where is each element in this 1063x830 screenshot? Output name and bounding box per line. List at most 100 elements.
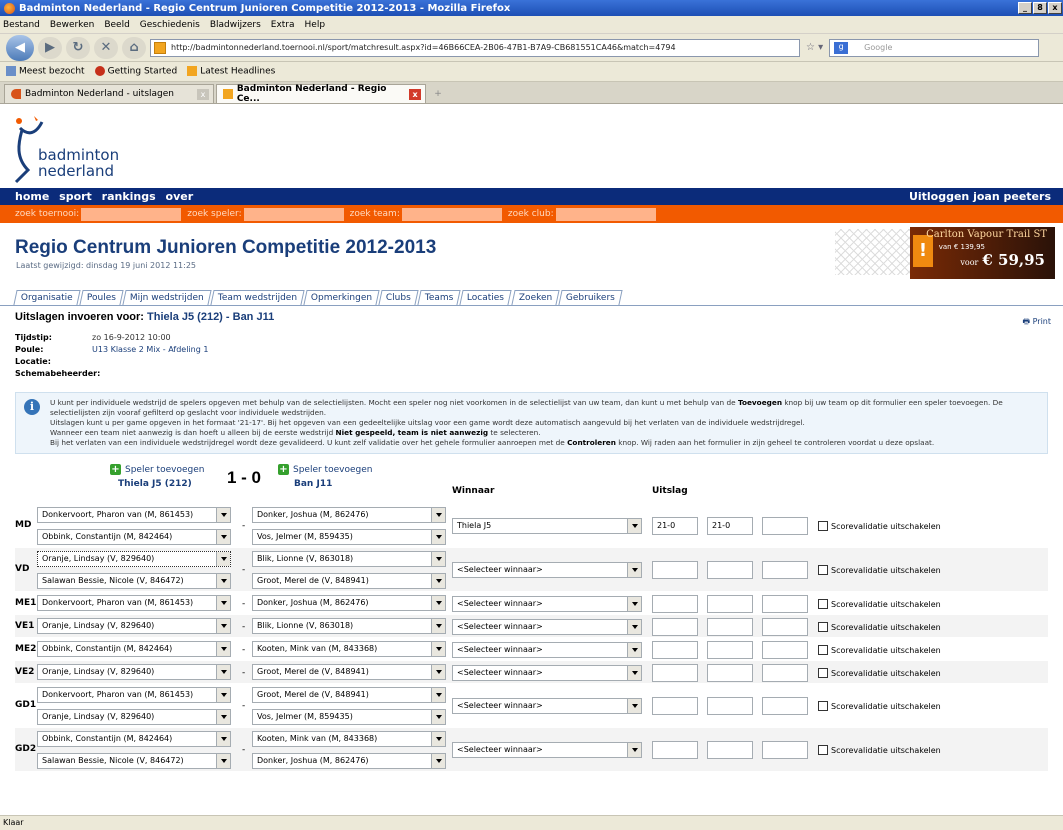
game-3-input[interactable] bbox=[762, 595, 808, 613]
game-3-input[interactable] bbox=[762, 664, 808, 682]
menu-bewerken[interactable]: Bewerken bbox=[50, 20, 94, 30]
menu-beeld[interactable]: Beeld bbox=[104, 20, 129, 30]
nav-sport[interactable]: sport bbox=[59, 190, 92, 203]
checkbox-icon[interactable] bbox=[818, 701, 828, 711]
menu-help[interactable]: Help bbox=[305, 20, 326, 30]
game-2-input[interactable] bbox=[707, 664, 753, 682]
score-validation-checkbox[interactable]: Scorevalidatie uitschakelen bbox=[818, 599, 941, 609]
away-player-select[interactable]: Blik, Lionne (V, 863018) bbox=[252, 618, 446, 634]
tab-locaties[interactable]: Locaties bbox=[459, 290, 513, 305]
dropdown-arrow-icon[interactable] bbox=[431, 552, 445, 566]
winner-select[interactable]: <Selecteer winnaar> bbox=[452, 698, 642, 714]
away-player-select[interactable]: Donker, Joshua (M, 862476) bbox=[252, 507, 446, 523]
bookmark-getting-started[interactable]: Getting Started bbox=[94, 66, 177, 77]
game-3-input[interactable] bbox=[762, 741, 808, 759]
winner-select[interactable]: <Selecteer winnaar> bbox=[452, 596, 642, 612]
tab-team-wedstrijden[interactable]: Team wedstrijden bbox=[210, 290, 305, 305]
game-3-input[interactable] bbox=[762, 517, 808, 535]
home-player-select[interactable]: Oranje, Lindsay (V, 829640) bbox=[37, 709, 231, 725]
bookmark-star-icon[interactable]: ☆ ▾ bbox=[806, 42, 823, 53]
back-button[interactable]: ◀ bbox=[6, 34, 34, 61]
dropdown-arrow-icon[interactable] bbox=[431, 688, 445, 702]
game-2-input[interactable] bbox=[707, 618, 753, 636]
dropdown-arrow-icon[interactable] bbox=[216, 574, 230, 588]
nav-home[interactable]: home bbox=[15, 190, 49, 203]
home-button[interactable]: ⌂ bbox=[122, 36, 146, 59]
score-validation-checkbox[interactable]: Scorevalidatie uitschakelen bbox=[818, 745, 941, 755]
print-link[interactable]: 🖶 Print bbox=[1022, 316, 1051, 330]
score-validation-checkbox[interactable]: Scorevalidatie uitschakelen bbox=[818, 565, 941, 575]
dropdown-arrow-icon[interactable] bbox=[627, 699, 641, 713]
menu-extra[interactable]: Extra bbox=[271, 20, 295, 30]
checkbox-icon[interactable] bbox=[818, 521, 828, 531]
away-player-select[interactable]: Vos, Jelmer (M, 859435) bbox=[252, 529, 446, 545]
game-1-input[interactable] bbox=[652, 618, 698, 636]
search-team-input[interactable] bbox=[401, 207, 502, 221]
game-1-input[interactable] bbox=[652, 641, 698, 659]
home-player-select[interactable]: Donkervoort, Pharon van (M, 861453) bbox=[37, 507, 231, 523]
menu-bladwijzers[interactable]: Bladwijzers bbox=[210, 20, 261, 30]
winner-select[interactable]: <Selecteer winnaar> bbox=[452, 619, 642, 635]
dropdown-arrow-icon[interactable] bbox=[216, 642, 230, 656]
dropdown-arrow-icon[interactable] bbox=[431, 530, 445, 544]
tab-poules[interactable]: Poules bbox=[79, 290, 124, 305]
close-button[interactable]: x bbox=[1048, 2, 1062, 14]
dropdown-arrow-icon[interactable] bbox=[431, 665, 445, 679]
checkbox-icon[interactable] bbox=[818, 745, 828, 755]
away-player-select[interactable]: Donker, Joshua (M, 862476) bbox=[252, 595, 446, 611]
checkbox-icon[interactable] bbox=[818, 622, 828, 632]
forward-button[interactable]: ▶ bbox=[38, 36, 62, 59]
game-1-input[interactable] bbox=[652, 561, 698, 579]
winner-select[interactable]: <Selecteer winnaar> bbox=[452, 562, 642, 578]
reload-button[interactable]: ↻ bbox=[66, 36, 90, 59]
home-player-select[interactable]: Oranje, Lindsay (V, 829640) bbox=[37, 551, 231, 567]
tab-opmerkingen[interactable]: Opmerkingen bbox=[303, 290, 380, 305]
game-3-input[interactable] bbox=[762, 641, 808, 659]
game-2-input[interactable] bbox=[707, 641, 753, 659]
maximize-button[interactable]: 8 bbox=[1033, 2, 1047, 14]
menu-geschiedenis[interactable]: Geschiedenis bbox=[140, 20, 200, 30]
game-2-input[interactable]: 21-0 bbox=[707, 517, 753, 535]
dropdown-arrow-icon[interactable] bbox=[431, 574, 445, 588]
score-validation-checkbox[interactable]: Scorevalidatie uitschakelen bbox=[818, 622, 941, 632]
search-club-input[interactable] bbox=[555, 207, 656, 221]
tab-clubs[interactable]: Clubs bbox=[378, 290, 419, 305]
tab-zoeken[interactable]: Zoeken bbox=[510, 290, 560, 305]
home-player-select[interactable]: Donkervoort, Pharon van (M, 861453) bbox=[37, 687, 231, 703]
game-3-input[interactable] bbox=[762, 618, 808, 636]
dropdown-arrow-icon[interactable] bbox=[216, 732, 230, 746]
dropdown-arrow-icon[interactable] bbox=[627, 519, 641, 533]
home-player-select[interactable]: Obbink, Constantijn (M, 842464) bbox=[37, 529, 231, 545]
game-2-input[interactable] bbox=[707, 561, 753, 579]
bookmark-meest-bezocht[interactable]: Meest bezocht bbox=[6, 66, 85, 77]
dropdown-arrow-icon[interactable] bbox=[216, 596, 230, 610]
checkbox-icon[interactable] bbox=[818, 599, 828, 609]
game-2-input[interactable] bbox=[707, 595, 753, 613]
winner-select[interactable]: <Selecteer winnaar> bbox=[452, 642, 642, 658]
dropdown-arrow-icon[interactable] bbox=[216, 619, 230, 633]
nav-over[interactable]: over bbox=[166, 190, 194, 203]
dropdown-arrow-icon[interactable] bbox=[216, 530, 230, 544]
dropdown-arrow-icon[interactable] bbox=[431, 732, 445, 746]
game-3-input[interactable] bbox=[762, 697, 808, 715]
search-tournament-input[interactable] bbox=[81, 207, 182, 221]
game-2-input[interactable] bbox=[707, 697, 753, 715]
site-logo[interactable]: badminton nederland bbox=[0, 104, 1063, 188]
checkbox-icon[interactable] bbox=[818, 645, 828, 655]
dropdown-arrow-icon[interactable] bbox=[216, 688, 230, 702]
home-player-select[interactable]: Oranje, Lindsay (V, 829640) bbox=[37, 664, 231, 680]
dropdown-arrow-icon[interactable] bbox=[431, 619, 445, 633]
close-tab-icon[interactable]: x bbox=[409, 88, 421, 100]
dropdown-arrow-icon[interactable] bbox=[627, 743, 641, 757]
address-bar[interactable]: http://badmintonnederland.toernooi.nl/sp… bbox=[150, 38, 800, 57]
menu-bestand[interactable]: Bestand bbox=[3, 20, 40, 30]
game-1-input[interactable] bbox=[652, 595, 698, 613]
new-tab-button[interactable]: + bbox=[428, 86, 448, 103]
add-away-player-button[interactable]: + Speler toevoegen bbox=[278, 464, 372, 475]
score-validation-checkbox[interactable]: Scorevalidatie uitschakelen bbox=[818, 701, 941, 711]
game-1-input[interactable] bbox=[652, 664, 698, 682]
dropdown-arrow-icon[interactable] bbox=[431, 642, 445, 656]
bookmark-latest-headlines[interactable]: Latest Headlines bbox=[187, 66, 275, 77]
away-player-select[interactable]: Vos, Jelmer (M, 859435) bbox=[252, 709, 446, 725]
tab-organisatie[interactable]: Organisatie bbox=[13, 290, 81, 305]
